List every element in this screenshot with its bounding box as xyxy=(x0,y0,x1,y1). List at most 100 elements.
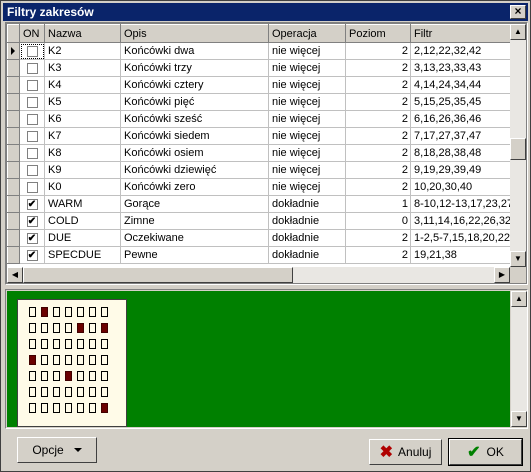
enabled-checkbox[interactable] xyxy=(26,62,38,74)
row-indicator[interactable] xyxy=(7,127,20,145)
row-indicator[interactable] xyxy=(7,93,20,111)
enabled-checkbox[interactable] xyxy=(26,96,38,108)
preview-scroll-down-button[interactable]: ▼ xyxy=(511,411,527,427)
enabled-checkbox[interactable]: ✔ xyxy=(26,215,38,227)
operacja-cell[interactable]: nie więcej xyxy=(268,144,346,162)
opis-cell[interactable]: Końcówki pięć xyxy=(120,93,269,111)
filtr-cell[interactable]: 4,14,24,34,44 xyxy=(410,76,511,94)
on-cell[interactable] xyxy=(19,178,45,196)
poziom-cell[interactable]: 1 xyxy=(345,195,411,213)
enabled-checkbox[interactable] xyxy=(26,181,38,193)
opis-cell[interactable]: Końcówki trzy xyxy=(120,59,269,77)
nazwa-cell[interactable]: K6 xyxy=(44,110,121,128)
filtr-cell[interactable]: 19,21,38 xyxy=(410,246,511,264)
table-row[interactable]: K9 Końcówki dziewięć nie więcej 2 9,19,29,39… xyxy=(7,161,511,179)
table-row[interactable]: K4 Końcówki cztery nie więcej 2 4,14,24,34,4… xyxy=(7,76,511,94)
filtr-cell[interactable]: 3,13,23,33,43 xyxy=(410,59,511,77)
operacja-cell[interactable]: dokładnie xyxy=(268,212,346,230)
scroll-left-button[interactable]: ◀ xyxy=(7,267,23,283)
table-row[interactable]: K3 Końcówki trzy nie więcej 2 3,13,23,33,43 xyxy=(7,59,511,77)
row-indicator[interactable] xyxy=(7,229,20,247)
filtr-cell[interactable]: 2,12,22,32,42 xyxy=(410,42,511,60)
opis-cell[interactable]: Końcówki zero xyxy=(120,178,269,196)
filtr-cell[interactable]: 5,15,25,35,45 xyxy=(410,93,511,111)
on-cell[interactable] xyxy=(19,76,45,94)
table-row[interactable]: K5 Końcówki pięć nie więcej 2 5,15,25,35,45 xyxy=(7,93,511,111)
on-cell[interactable] xyxy=(19,127,45,145)
opis-cell[interactable]: Końcówki siedem xyxy=(120,127,269,145)
operacja-cell[interactable]: dokładnie xyxy=(268,195,346,213)
filtr-cell[interactable]: 3,11,14,16,22,26,32 xyxy=(410,212,511,230)
enabled-checkbox[interactable]: ✔ xyxy=(26,249,38,261)
preview-vertical-scrollbar[interactable]: ▲ ▼ xyxy=(511,291,527,427)
opis-cell[interactable]: Pewne xyxy=(120,246,269,264)
opis-cell[interactable]: Końcówki osiem xyxy=(120,144,269,162)
table-row[interactable]: ✔ COLD Zimne dokładnie 0 3,11,14,16,22,26,32 xyxy=(7,212,511,230)
poziom-cell[interactable]: 2 xyxy=(345,161,411,179)
poziom-cell[interactable]: 2 xyxy=(345,144,411,162)
on-cell[interactable]: ✔ xyxy=(19,229,45,247)
options-button[interactable]: Opcje xyxy=(17,437,97,463)
enabled-checkbox[interactable]: ✔ xyxy=(26,232,38,244)
nazwa-cell[interactable]: K9 xyxy=(44,161,121,179)
table-row[interactable]: K6 Końcówki sześć nie więcej 2 6,16,26,36,46 xyxy=(7,110,511,128)
vertical-scroll-thumb[interactable] xyxy=(510,138,526,160)
opis-cell[interactable]: Końcówki cztery xyxy=(120,76,269,94)
table-row[interactable]: ✔ WARM Gorące dokładnie 1 8-10,12-13,17,23,27… xyxy=(7,195,511,213)
column-header-poziom[interactable]: Poziom xyxy=(345,24,411,43)
close-button[interactable]: × xyxy=(510,5,526,19)
column-header-nazwa[interactable]: Nazwa xyxy=(44,24,121,43)
on-cell[interactable] xyxy=(19,144,45,162)
enabled-checkbox[interactable]: ✔ xyxy=(26,198,38,210)
scroll-up-button[interactable]: ▲ xyxy=(510,24,526,40)
poziom-cell[interactable]: 2 xyxy=(345,110,411,128)
poziom-cell[interactable]: 2 xyxy=(345,59,411,77)
table-row[interactable]: K0 Końcówki zero nie więcej 2 10,20,30,40 xyxy=(7,178,511,196)
operacja-cell[interactable]: dokładnie xyxy=(268,229,346,247)
enabled-checkbox[interactable] xyxy=(26,130,38,142)
enabled-checkbox[interactable] xyxy=(26,45,38,57)
column-header-operacja[interactable]: Operacja xyxy=(268,24,346,43)
on-cell[interactable] xyxy=(19,161,45,179)
row-indicator[interactable] xyxy=(7,178,20,196)
opis-cell[interactable]: Zimne xyxy=(120,212,269,230)
row-indicator[interactable] xyxy=(7,110,20,128)
poziom-cell[interactable]: 2 xyxy=(345,246,411,264)
operacja-cell[interactable]: nie więcej xyxy=(268,127,346,145)
filtr-cell[interactable]: 8,18,28,38,48 xyxy=(410,144,511,162)
row-indicator[interactable] xyxy=(7,246,20,264)
table-row[interactable]: K2 Końcówki dwa nie więcej 2 2,12,22,32,42 xyxy=(7,42,511,60)
nazwa-cell[interactable]: K5 xyxy=(44,93,121,111)
poziom-cell[interactable]: 2 xyxy=(345,178,411,196)
column-header-opis[interactable]: Opis xyxy=(120,24,269,43)
column-header-on[interactable]: ON xyxy=(19,24,45,43)
poziom-cell[interactable]: 0 xyxy=(345,212,411,230)
enabled-checkbox[interactable] xyxy=(26,79,38,91)
poziom-cell[interactable]: 2 xyxy=(345,42,411,60)
filtr-cell[interactable]: 6,16,26,36,46 xyxy=(410,110,511,128)
poziom-cell[interactable]: 2 xyxy=(345,93,411,111)
enabled-checkbox[interactable] xyxy=(26,147,38,159)
nazwa-cell[interactable]: K8 xyxy=(44,144,121,162)
on-cell[interactable]: ✔ xyxy=(19,212,45,230)
on-cell[interactable]: ✔ xyxy=(19,195,45,213)
row-indicator[interactable] xyxy=(7,161,20,179)
operacja-cell[interactable]: nie więcej xyxy=(268,110,346,128)
scroll-right-button[interactable]: ▶ xyxy=(494,267,510,283)
nazwa-cell[interactable]: K3 xyxy=(44,59,121,77)
table-row[interactable]: ✔ DUE Oczekiwane dokładnie 2 1-2,5-7,15,18,20… xyxy=(7,229,511,247)
nazwa-cell[interactable]: K2 xyxy=(44,42,121,60)
row-indicator[interactable] xyxy=(7,42,20,60)
opis-cell[interactable]: Końcówki sześć xyxy=(120,110,269,128)
ok-button[interactable]: ✔ OK xyxy=(448,438,523,466)
grid-vertical-scrollbar[interactable]: ▲ ▼ xyxy=(510,24,526,267)
scroll-down-button[interactable]: ▼ xyxy=(510,251,526,267)
row-indicator[interactable] xyxy=(7,212,20,230)
nazwa-cell[interactable]: COLD xyxy=(44,212,121,230)
poziom-cell[interactable]: 2 xyxy=(345,229,411,247)
on-cell[interactable] xyxy=(19,93,45,111)
operacja-cell[interactable]: nie więcej xyxy=(268,76,346,94)
grid-horizontal-scrollbar[interactable]: ◀ ▶ xyxy=(7,267,510,283)
preview-scroll-up-button[interactable]: ▲ xyxy=(511,291,527,307)
opis-cell[interactable]: Końcówki dziewięć xyxy=(120,161,269,179)
